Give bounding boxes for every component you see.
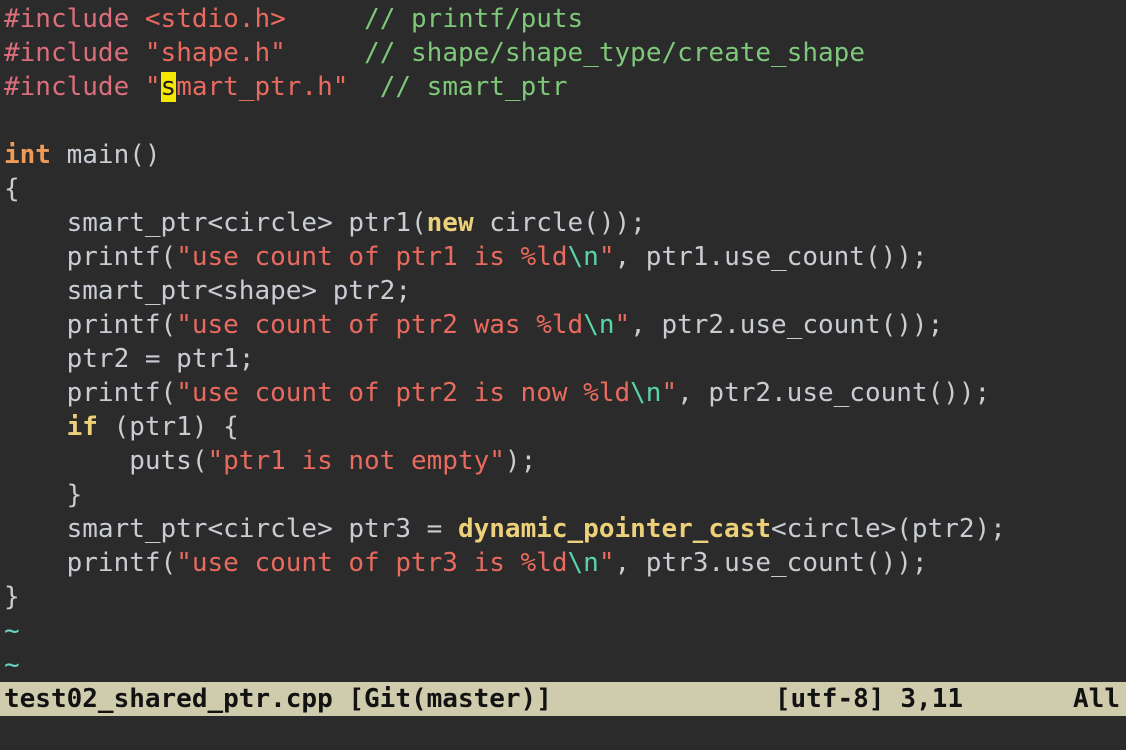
code-line: #include "shape.h" // shape/shape_type/c… xyxy=(4,36,1126,70)
code-segment: "use count of ptr2 was %ld xyxy=(176,310,583,340)
command-line[interactable] xyxy=(0,716,1126,750)
code-segment: smart_ptr<circle> ptr3 = xyxy=(4,514,458,544)
code-line: ptr2 = ptr1; xyxy=(4,342,1126,376)
code-line: #include "smart_ptr.h" // smart_ptr xyxy=(4,70,1126,104)
status-encoding: [utf-8] xyxy=(775,682,885,716)
code-line: } xyxy=(4,580,1126,614)
code-line: { xyxy=(4,172,1126,206)
code-segment: "shape.h" xyxy=(145,38,286,68)
code-segment: \n xyxy=(630,378,661,408)
code-segment: " xyxy=(615,310,631,340)
code-segment: ~ xyxy=(4,650,20,680)
code-segment: smart_ptr<circle> ptr1( xyxy=(4,208,427,238)
code-line: smart_ptr<circle> ptr1(new circle()); xyxy=(4,206,1126,240)
code-segment: " xyxy=(145,72,161,102)
code-line: int main() xyxy=(4,138,1126,172)
code-segment: \n xyxy=(568,242,599,272)
code-segment: "use count of ptr2 is now %ld xyxy=(176,378,630,408)
code-line: } xyxy=(4,478,1126,512)
code-segment: printf( xyxy=(4,310,176,340)
code-segment: "use count of ptr1 is %ld xyxy=(176,242,567,272)
code-segment: printf( xyxy=(4,548,176,578)
code-line: printf("use count of ptr1 is %ld\n", ptr… xyxy=(4,240,1126,274)
code-line: smart_ptr<shape> ptr2; xyxy=(4,274,1126,308)
code-segment: #include xyxy=(4,72,129,102)
status-bar: test02_shared_ptr.cpp [Git(master)] [utf… xyxy=(0,682,1126,716)
status-ruler: [utf-8] 3,11 All xyxy=(775,682,1120,716)
code-segment: #include xyxy=(4,38,129,68)
status-file-label: test02_shared_ptr.cpp [Git(master)] xyxy=(4,682,552,716)
code-line: puts("ptr1 is not empty"); xyxy=(4,444,1126,478)
code-segment: smart_ptr<shape> ptr2; xyxy=(4,276,411,306)
code-line: ~ xyxy=(4,614,1126,648)
vim-terminal: #include <stdio.h> // printf/puts#includ… xyxy=(0,0,1126,750)
code-line: smart_ptr<circle> ptr3 = dynamic_pointer… xyxy=(4,512,1126,546)
code-segment: // printf/puts xyxy=(364,4,583,34)
code-line: if (ptr1) { xyxy=(4,410,1126,444)
code-segment: if xyxy=(67,412,98,442)
code-segment xyxy=(286,38,364,68)
code-segment xyxy=(129,4,145,34)
code-segment: \n xyxy=(568,548,599,578)
code-segment: ptr2 = ptr1; xyxy=(4,344,254,374)
code-segment: main() xyxy=(51,140,161,170)
code-line: #include <stdio.h> // printf/puts xyxy=(4,2,1126,36)
code-segment: " xyxy=(599,548,615,578)
code-segment xyxy=(4,412,67,442)
code-segment xyxy=(286,4,364,34)
code-segment: <stdio.h> xyxy=(145,4,286,34)
code-segment: } xyxy=(4,480,82,510)
code-segment: (ptr1) { xyxy=(98,412,239,442)
code-segment: " xyxy=(599,242,615,272)
code-segment: "use count of ptr3 is %ld xyxy=(176,548,567,578)
code-segment: // smart_ptr xyxy=(380,72,568,102)
code-segment: " xyxy=(661,378,677,408)
code-segment xyxy=(129,38,145,68)
code-segment: dynamic_pointer_cast xyxy=(458,514,771,544)
code-segment: { xyxy=(4,174,20,204)
code-segment: int xyxy=(4,140,51,170)
code-segment: , ptr2.use_count()); xyxy=(630,310,943,340)
status-cursor-position: 3,11 xyxy=(900,682,963,716)
code-segment: } xyxy=(4,582,20,612)
code-line: printf("use count of ptr3 is %ld\n", ptr… xyxy=(4,546,1126,580)
code-segment: mart_ptr.h" xyxy=(176,72,348,102)
code-line: ~ xyxy=(4,648,1126,682)
code-segment xyxy=(348,72,379,102)
code-segment: "ptr1 is not empty" xyxy=(208,446,505,476)
code-segment: <circle>(ptr2); xyxy=(771,514,1006,544)
code-segment: printf( xyxy=(4,378,176,408)
block-cursor: s xyxy=(161,72,177,102)
code-segment: \n xyxy=(583,310,614,340)
code-segment: printf( xyxy=(4,242,176,272)
code-segment: new xyxy=(427,208,474,238)
code-line: printf("use count of ptr2 is now %ld\n",… xyxy=(4,376,1126,410)
code-segment: , ptr1.use_count()); xyxy=(615,242,928,272)
code-segment: #include xyxy=(4,4,129,34)
code-segment: circle()); xyxy=(474,208,646,238)
status-scroll-position: All xyxy=(1073,682,1120,716)
code-segment: , ptr3.use_count()); xyxy=(615,548,928,578)
code-segment: // shape/shape_type/create_shape xyxy=(364,38,865,68)
code-segment: , ptr2.use_count()); xyxy=(677,378,990,408)
code-line: printf("use count of ptr2 was %ld\n", pt… xyxy=(4,308,1126,342)
code-line xyxy=(4,104,1126,138)
editor-buffer[interactable]: #include <stdio.h> // printf/puts#includ… xyxy=(4,2,1126,682)
code-segment: puts( xyxy=(4,446,208,476)
code-segment: ~ xyxy=(4,616,20,646)
code-segment: ); xyxy=(505,446,536,476)
code-segment xyxy=(129,72,145,102)
